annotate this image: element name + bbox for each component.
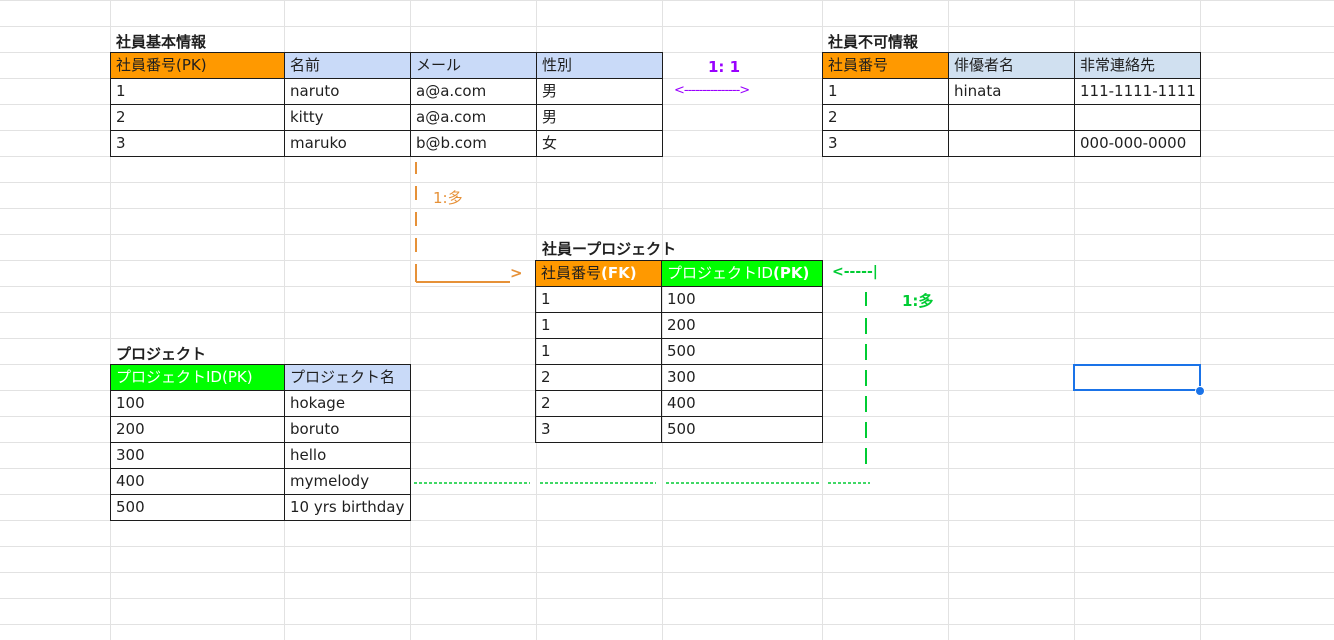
green-arrow-tip: <-----| bbox=[832, 264, 878, 280]
connector-lines bbox=[414, 162, 870, 484]
green-connector bbox=[414, 292, 870, 484]
orange-arrow-head: > bbox=[510, 264, 523, 282]
one-to-many-orange-label: 1:多 bbox=[433, 189, 463, 207]
selected-cell[interactable] bbox=[1073, 364, 1201, 391]
one-to-many-green-label: 1:多 bbox=[902, 292, 934, 310]
fill-handle[interactable] bbox=[1195, 386, 1205, 396]
orange-connector bbox=[415, 162, 510, 283]
